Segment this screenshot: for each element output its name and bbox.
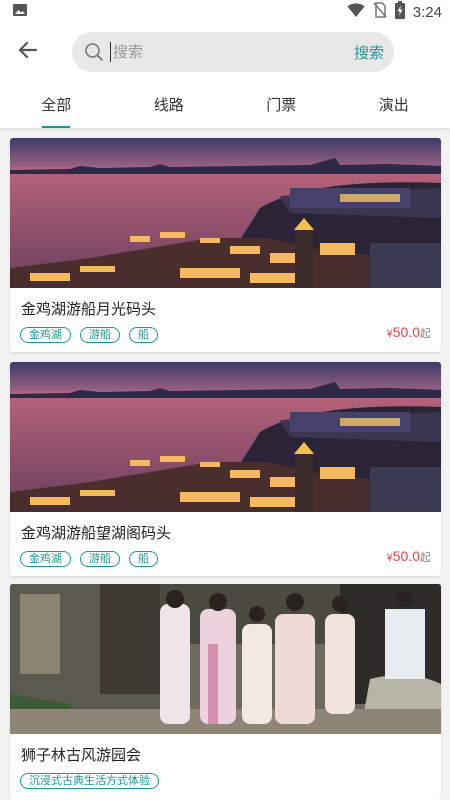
lakeside-dusk-image: [10, 138, 441, 288]
search-box: 搜索: [72, 32, 394, 72]
no-sim-icon: [373, 2, 387, 22]
price-suffix: 起: [420, 327, 431, 340]
price-suffix: 起: [420, 551, 431, 564]
category-tabs: 全部 线路 门票 演出: [0, 80, 450, 128]
card-title: 狮子林古风游园会: [21, 746, 142, 764]
wifi-icon: [347, 2, 365, 22]
product-card[interactable]: 狮子林古风游园会 沉浸式古典生活方式体验: [10, 584, 441, 800]
tab-shows[interactable]: 演出: [338, 80, 450, 128]
search-input[interactable]: [110, 42, 354, 62]
top-bar: 搜索: [0, 24, 450, 80]
tag-list: 金鸡湖 游船 船: [20, 551, 158, 567]
tag-list: 金鸡湖 游船 船: [20, 327, 158, 343]
price-amount: 50.0: [392, 548, 420, 564]
price: ¥50.0起: [387, 324, 431, 341]
tab-tickets[interactable]: 门票: [225, 80, 338, 128]
search-icon: [84, 42, 104, 62]
tab-all[interactable]: 全部: [0, 80, 113, 128]
tab-routes[interactable]: 线路: [113, 80, 226, 128]
tag: 金鸡湖: [20, 327, 71, 343]
card-title: 金鸡湖游船望湖阁码头: [21, 524, 172, 542]
tag-list: 沉浸式古典生活方式体验: [20, 773, 159, 789]
search-button[interactable]: 搜索: [354, 42, 384, 63]
tag: 金鸡湖: [20, 551, 71, 567]
tag: 船: [129, 551, 158, 567]
tag: 船: [129, 327, 158, 343]
tag: 游船: [80, 551, 120, 567]
product-card[interactable]: 金鸡湖游船月光码头 金鸡湖 游船 船 ¥50.0起: [10, 138, 441, 352]
hanfu-garden-image: [10, 584, 441, 734]
card-title: 金鸡湖游船月光码头: [21, 300, 157, 318]
lakeside-dusk-image: [10, 362, 441, 512]
back-button[interactable]: [14, 38, 42, 66]
image-icon: [12, 2, 28, 22]
product-list: 金鸡湖游船月光码头 金鸡湖 游船 船 ¥50.0起 金鸡湖游船望湖阁码头 金鸡湖…: [0, 128, 450, 800]
tag: 游船: [80, 327, 120, 343]
price: ¥50.0起: [387, 548, 431, 565]
price-amount: 50.0: [392, 324, 420, 340]
product-card[interactable]: 金鸡湖游船望湖阁码头 金鸡湖 游船 船 ¥50.0起: [10, 362, 441, 576]
status-bar: 3:24: [0, 0, 450, 24]
status-time: 3:24: [412, 3, 442, 21]
tag: 沉浸式古典生活方式体验: [20, 773, 159, 789]
arrow-left-icon: [17, 39, 39, 65]
battery-charging-icon: [394, 1, 405, 23]
